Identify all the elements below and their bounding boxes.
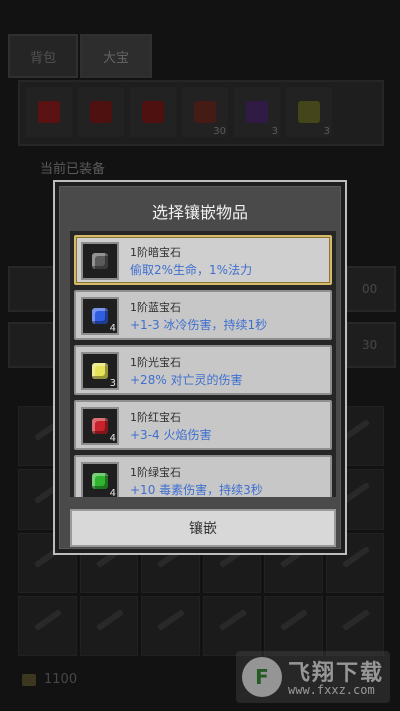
gem-name: 1阶光宝石 (130, 356, 181, 369)
gem-description: 偷取2%生命，1%法力 (130, 263, 253, 277)
red-gem-icon (92, 418, 108, 434)
gem-description: +10 毒素伤害，持续3秒 (130, 483, 263, 497)
gem-list[interactable]: 1阶暗宝石 偷取2%生命，1%法力 4 1阶蓝宝石 +1-3 冰冷伤害，持续1秒… (70, 231, 336, 497)
gem-slot: 3 (81, 352, 119, 390)
gem-count: 4 (109, 323, 116, 334)
gem-option-green[interactable]: 4 1阶绿宝石 +10 毒素伤害，持续3秒 (74, 455, 332, 497)
gem-name: 1阶红宝石 (130, 411, 181, 424)
gem-option-dark[interactable]: 1阶暗宝石 偷取2%生命，1%法力 (74, 235, 332, 285)
gem-name: 1阶蓝宝石 (130, 301, 181, 314)
gem-count: 4 (109, 433, 116, 444)
green-gem-icon (92, 473, 108, 489)
gem-slot: 4 (81, 297, 119, 335)
gem-option-light[interactable]: 3 1阶光宝石 +28% 对亡灵的伤害 (74, 345, 332, 395)
inlay-button[interactable]: 镶嵌 (70, 509, 336, 547)
dialog-panel: 选择镶嵌物品 1阶暗宝石 偷取2%生命，1%法力 4 1阶蓝宝石 +1-3 冰冷… (59, 186, 341, 549)
gem-description: +28% 对亡灵的伤害 (130, 373, 243, 387)
gem-slot (81, 242, 119, 280)
gem-option-blue[interactable]: 4 1阶蓝宝石 +1-3 冰冷伤害，持续1秒 (74, 290, 332, 340)
gem-description: +3-4 火焰伤害 (130, 428, 212, 442)
gem-count: 4 (109, 488, 116, 497)
gem-name: 1阶暗宝石 (130, 246, 181, 259)
gem-description: +1-3 冰冷伤害，持续1秒 (130, 318, 268, 332)
gem-name: 1阶绿宝石 (130, 466, 181, 479)
light-gem-icon (92, 363, 108, 379)
blue-gem-icon (92, 308, 108, 324)
dialog-title: 选择镶嵌物品 (151, 203, 248, 222)
gem-slot: 4 (81, 462, 119, 497)
gem-slot: 4 (81, 407, 119, 445)
gem-option-red[interactable]: 4 1阶红宝石 +3-4 火焰伤害 (74, 400, 332, 450)
inlay-dialog: 选择镶嵌物品 1阶暗宝石 偷取2%生命，1%法力 4 1阶蓝宝石 +1-3 冰冷… (53, 180, 347, 555)
dark-gem-icon (92, 253, 108, 269)
gem-count: 3 (109, 378, 116, 389)
